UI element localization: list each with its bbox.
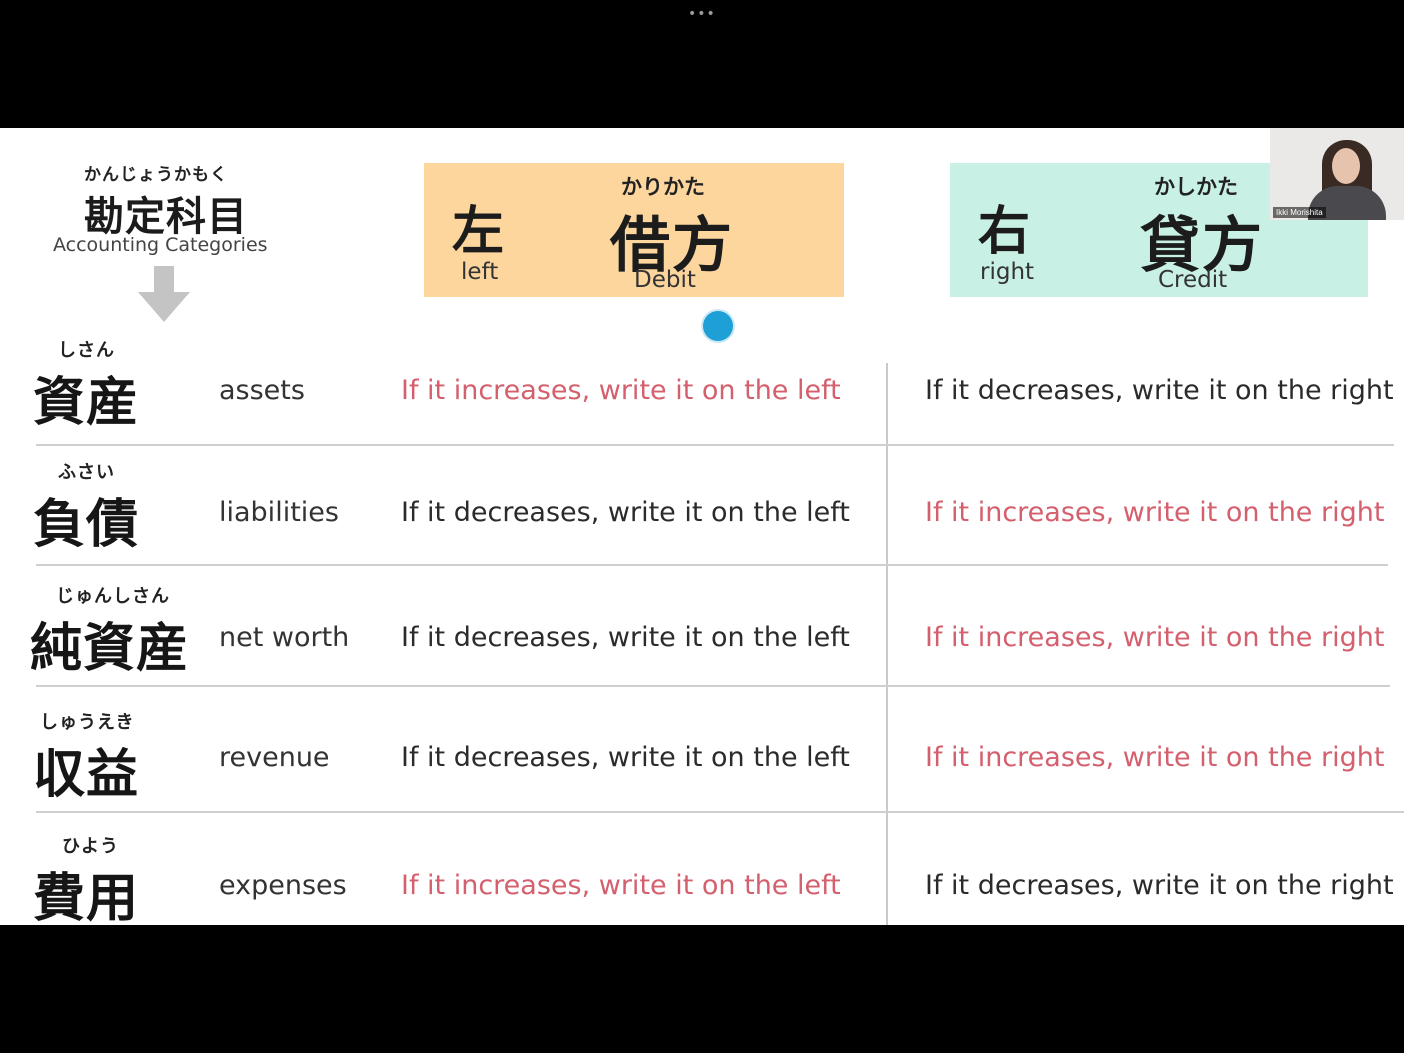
row-divider (36, 444, 1394, 446)
row-english: net worth (219, 622, 350, 653)
presenter-face (1332, 148, 1360, 184)
presentation-slide: かんじょうかもく 勘定科目 Accounting Categories 左 le… (0, 128, 1404, 925)
row-english: liabilities (219, 497, 339, 528)
pointer-cursor-icon (703, 311, 733, 341)
window-menu-dots[interactable]: ••• (688, 6, 716, 22)
credit-english: Credit (1158, 267, 1228, 293)
category-furigana: かんじょうかもく (84, 165, 228, 185)
credit-rule: If it increases, write it on the right (925, 622, 1385, 653)
row-kanji: 資産 (33, 373, 140, 433)
row-english: assets (219, 375, 305, 406)
row-kanji: 収益 (33, 745, 140, 805)
row-furigana: しさん (58, 340, 115, 361)
row-kanji: 負債 (33, 495, 140, 555)
debit-side-english: left (461, 259, 499, 285)
row-furigana: ひよう (62, 836, 119, 857)
column-divider (886, 363, 888, 925)
row-english: expenses (219, 870, 347, 901)
row-english: revenue (219, 742, 330, 773)
row-kanji: 費用 (33, 869, 140, 925)
row-kanji: 純資産 (30, 619, 190, 679)
row-divider (36, 685, 1390, 687)
row-furigana: ふさい (58, 462, 115, 483)
credit-rule: If it increases, write it on the right (925, 742, 1385, 773)
row-divider (36, 811, 1404, 813)
presenter-video-thumbnail[interactable]: Ikki Morishita (1270, 128, 1404, 220)
debit-english: Debit (634, 267, 696, 293)
credit-rule: If it increases, write it on the right (925, 497, 1385, 528)
debit-side-kanji: 左 (452, 202, 505, 262)
debit-rule: If it increases, write it on the left (401, 870, 841, 901)
category-english: Accounting Categories (53, 234, 268, 256)
credit-rule: If it decreases, write it on the right (925, 870, 1394, 901)
row-divider (36, 564, 1388, 566)
credit-rule: If it decreases, write it on the right (925, 375, 1394, 406)
credit-side-kanji: 右 (978, 202, 1031, 262)
row-furigana: しゅうえき (40, 712, 135, 733)
presenter-name-tag: Ikki Morishita (1273, 207, 1326, 218)
debit-header: 左 left かりかた 借方 Debit (424, 163, 844, 297)
debit-rule: If it decreases, write it on the left (401, 742, 850, 773)
debit-rule: If it decreases, write it on the left (401, 497, 850, 528)
debit-rule: If it increases, write it on the left (401, 375, 841, 406)
down-arrow-icon (138, 266, 190, 322)
debit-rule: If it decreases, write it on the left (401, 622, 850, 653)
row-furigana: じゅんしさん (56, 586, 170, 607)
credit-side-english: right (980, 259, 1035, 285)
